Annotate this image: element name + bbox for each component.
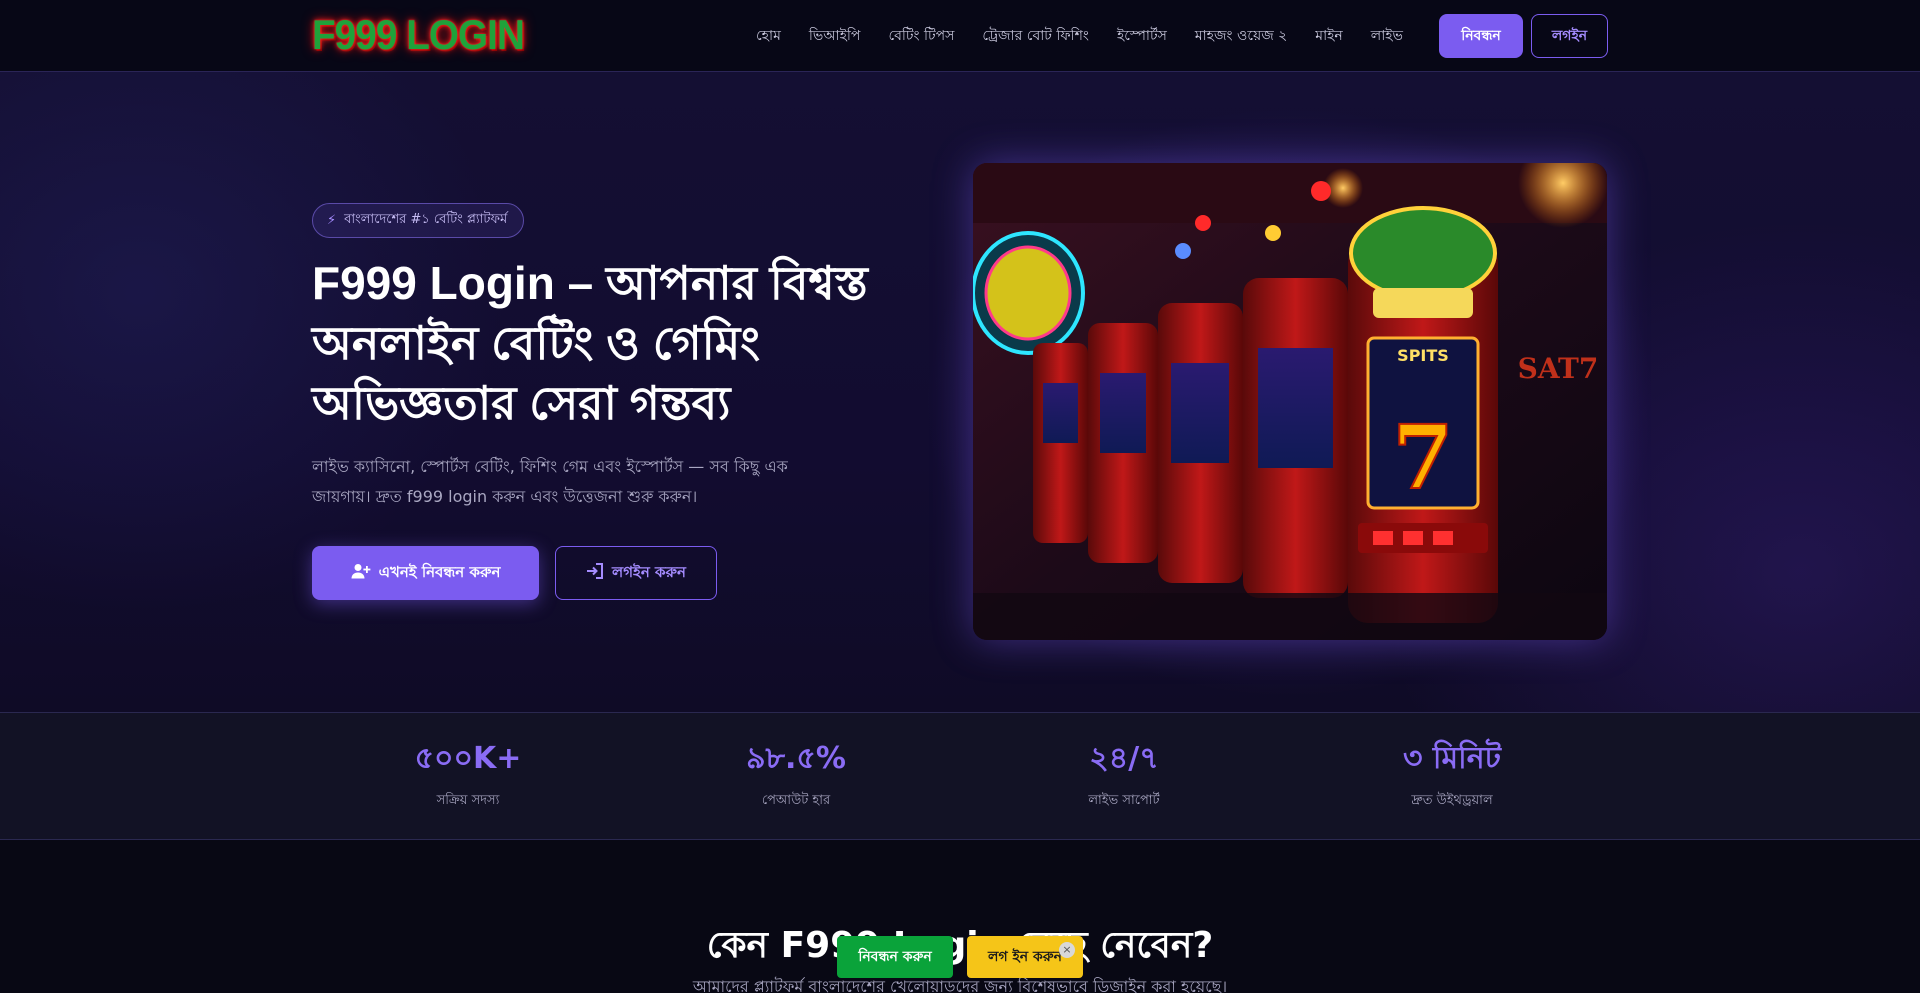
- stat-members: ৫০০K+ সক্রিয় সদস্য: [348, 741, 588, 812]
- nav-item-betting-tips[interactable]: বেটিং টিপস: [888, 24, 954, 48]
- nav-item-vip[interactable]: ভিআইপি: [809, 24, 861, 48]
- header-register-button[interactable]: নিবন্ধন: [1439, 14, 1523, 58]
- hero-subtitle: লাইভ ক্যাসিনো, স্পোর্টস বেটিং, ফিশিং গেম…: [312, 457, 788, 506]
- stat-label: পেআউট হার: [761, 793, 831, 808]
- site-logo[interactable]: F999 LOGIN: [312, 10, 525, 60]
- slot-label-text: SPITS: [1397, 346, 1449, 365]
- stat-payout: ৯৮.৫% পেআউট হার: [676, 741, 916, 812]
- stats-bar: ৫০০K+ সক্রিয় সদস্য ৯৮.৫% পেআউট হার ২৪/৭…: [0, 712, 1920, 840]
- close-icon[interactable]: ×: [1059, 942, 1075, 958]
- slot-seven-text: 7: [1392, 405, 1453, 509]
- wall-sign-text: SAT7: [1518, 352, 1599, 385]
- why-subtitle: আমাদের প্ল্যাটফর্ম বাংলাদেশের খেলোয়াড়দ…: [692, 977, 1228, 993]
- hero-login-button[interactable]: লগইন করুন: [555, 546, 717, 600]
- nav-item-treasure-boat-fishing[interactable]: ট্রেজার বোট ফিশিং: [982, 24, 1089, 48]
- user-plus-icon: [351, 563, 371, 583]
- slot-machines-image: SPITS 7 SAT7: [973, 163, 1607, 640]
- stat-label: দ্রুত উইথড্রয়াল: [1411, 793, 1493, 808]
- stat-value: ৫০০K+: [414, 741, 522, 776]
- stat-support: ২৪/৭ লাইভ সাপোর্ট: [1004, 741, 1244, 812]
- lightning-icon: ⚡: [327, 213, 337, 228]
- stat-value: ২৪/৭: [1089, 741, 1159, 776]
- hero-section: ⚡ বাংলাদেশের #১ বেটিং প্ল্যাটফর্ম F999 L…: [0, 72, 1920, 712]
- hero-register-label: এখনই নিবন্ধন করুন: [378, 562, 501, 581]
- stat-value: ৯৮.৫%: [746, 741, 846, 776]
- nav-item-mahjong-ways[interactable]: মাহজং ওয়েজ ২: [1195, 24, 1287, 48]
- nav-item-home[interactable]: হোম: [756, 24, 781, 48]
- stat-label: সক্রিয় সদস্য: [436, 793, 500, 808]
- hero-title: F999 Login – আপনার বিশ্বস্ত অনলাইন বেটিং…: [312, 257, 868, 429]
- main-nav: হোম ভিআইপি বেটিং টিপস ট্রেজার বোট ফিশিং …: [756, 14, 1431, 58]
- sign-in-icon: [586, 563, 604, 583]
- nav-item-esports[interactable]: ইস্পোর্টস: [1117, 24, 1167, 48]
- floating-register-button[interactable]: নিবন্ধন করুন: [837, 936, 953, 978]
- nav-item-live[interactable]: লাইভ: [1371, 24, 1403, 48]
- why-section: কেন F999 Login বেছে নেবেন? আমাদের প্ল্যা…: [0, 840, 1920, 993]
- header-login-button[interactable]: লগইন: [1531, 14, 1608, 58]
- hero-badge-label: বাংলাদেশের #১ বেটিং প্ল্যাটফর্ম: [344, 212, 508, 227]
- nav-item-mines[interactable]: মাইন: [1315, 24, 1342, 48]
- hero-badge: ⚡ বাংলাদেশের #১ বেটিং প্ল্যাটফর্ম: [312, 203, 525, 238]
- hero-login-label: লগইন করুন: [612, 562, 686, 581]
- why-title: কেন F999 Login বেছে নেবেন?: [706, 925, 1214, 966]
- stat-withdrawal: ৩ মিনিট দ্রুত উইথড্রয়াল: [1332, 741, 1572, 812]
- hero-register-button[interactable]: এখনই নিবন্ধন করুন: [312, 546, 539, 600]
- stat-label: লাইভ সাপোর্ট: [1088, 793, 1160, 808]
- stat-value: ৩ মিনিট: [1402, 741, 1502, 776]
- site-header: F999 LOGIN হোম ভিআইপি বেটিং টিপস ট্রেজার…: [0, 0, 1920, 72]
